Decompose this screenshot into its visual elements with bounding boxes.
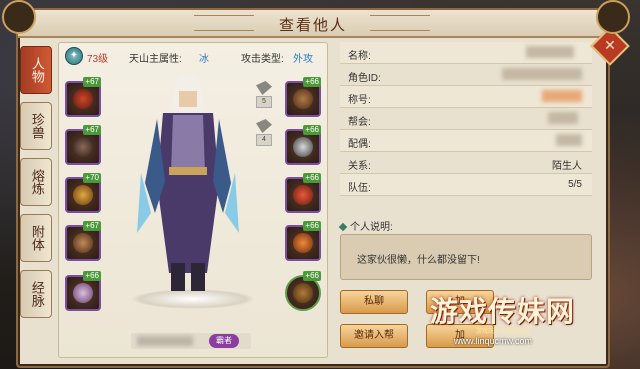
info-key-spouse: 配偶: bbox=[348, 139, 371, 150]
hidden-name bbox=[137, 336, 193, 346]
equip-slot-wrist[interactable]: +66 bbox=[285, 77, 321, 117]
description-label-text: 个人说明: bbox=[350, 222, 393, 233]
ring-1-level: +66 bbox=[303, 173, 321, 183]
window-title: 查看他人 bbox=[278, 16, 347, 34]
invite-guild-button[interactable]: 邀请入帮 bbox=[340, 324, 408, 348]
amulet-level: +66 bbox=[303, 271, 321, 281]
costume-slot-1[interactable]: 5 bbox=[255, 81, 273, 108]
hidden-value bbox=[542, 90, 582, 102]
hidden-value bbox=[556, 134, 582, 146]
tab-pet[interactable]: 珍兽 bbox=[20, 102, 52, 150]
wrist-level: +66 bbox=[303, 77, 321, 87]
rank-badge: 霸者 bbox=[209, 334, 239, 348]
info-key-name: 名称: bbox=[348, 51, 371, 62]
equip-slot-armor[interactable]: +67 bbox=[65, 125, 101, 165]
wrist-icon bbox=[293, 89, 313, 109]
info-key-relation: 关系: bbox=[348, 161, 371, 172]
info-row-relation: 关系: 陌生人 bbox=[340, 152, 592, 174]
diamond-icon bbox=[338, 222, 348, 232]
gloves-icon bbox=[73, 185, 93, 205]
equipment-panel: ✦ 73级 天山主属性: 冰 攻击类型: 外攻 +67 +67 +70 +67 … bbox=[58, 42, 328, 358]
amulet-icon bbox=[293, 283, 313, 303]
info-key-guild: 帮会: bbox=[348, 117, 371, 128]
costume-slot-2[interactable]: 4 bbox=[255, 119, 273, 146]
equip-slot-gloves[interactable]: +70 bbox=[65, 173, 101, 213]
necklace-level: +66 bbox=[303, 125, 321, 135]
equip-slot-ring-2[interactable]: +66 bbox=[285, 221, 321, 261]
level-text: 73级 bbox=[87, 54, 109, 65]
equip-slot-ring-1[interactable]: +66 bbox=[285, 173, 321, 213]
hidden-value bbox=[526, 46, 574, 58]
equip-slot-boots[interactable]: +67 bbox=[65, 221, 101, 261]
equip-slot-weapon[interactable]: +66 bbox=[65, 271, 101, 311]
private-chat-button[interactable]: 私聊 bbox=[340, 290, 408, 314]
equip-slot-necklace[interactable]: +66 bbox=[285, 125, 321, 165]
info-row-team: 队伍: 5/5 bbox=[340, 174, 592, 196]
info-row-role-id: 角色ID: bbox=[340, 64, 592, 86]
info-key-title: 称号: bbox=[348, 95, 371, 106]
attack-type-value: 外攻 bbox=[293, 54, 313, 65]
equip-slot-amulet[interactable]: +66 bbox=[285, 271, 321, 311]
ring-icon bbox=[293, 233, 313, 253]
info-row-name: 名称: bbox=[340, 42, 592, 64]
corner-ornament-left bbox=[2, 0, 36, 34]
info-row-title: 称号: bbox=[340, 86, 592, 108]
close-icon: ✕ bbox=[604, 37, 616, 53]
info-value-relation: 陌生人 bbox=[552, 161, 582, 172]
hammer-icon bbox=[256, 119, 272, 133]
ring-icon bbox=[293, 185, 313, 205]
watermark-tagline: 游戏玩家的游戏园地 bbox=[476, 329, 531, 335]
hidden-value bbox=[502, 68, 582, 80]
weapon-icon bbox=[73, 283, 93, 303]
tab-attach[interactable]: 附体 bbox=[20, 214, 52, 262]
ring-2-level: +66 bbox=[303, 221, 321, 231]
costume-count-2: 4 bbox=[256, 134, 272, 146]
description-label: 个人说明: bbox=[338, 218, 393, 233]
necklace-icon bbox=[293, 137, 313, 157]
armor-level: +67 bbox=[83, 125, 101, 135]
armor-icon bbox=[73, 137, 93, 157]
attack-type-label: 攻击类型: bbox=[241, 54, 284, 65]
tab-character[interactable]: 人物 bbox=[20, 46, 52, 94]
character-model[interactable] bbox=[133, 63, 243, 303]
info-value-team: 5/5 bbox=[568, 179, 582, 190]
school-icon: ✦ bbox=[65, 47, 83, 65]
boots-icon bbox=[73, 233, 93, 253]
watermark-logo: 游戏传妹网 bbox=[430, 295, 576, 328]
window-titlebar: 查看他人 bbox=[18, 10, 608, 38]
info-key-team: 队伍: bbox=[348, 183, 371, 194]
info-row-spouse: 配偶: bbox=[340, 130, 592, 152]
tab-meridian[interactable]: 经脉 bbox=[20, 270, 52, 318]
site-watermark: 游戏传妹网 游戏玩家的游戏园地 www.linqucmw.com bbox=[430, 262, 630, 362]
gloves-level: +70 bbox=[83, 173, 101, 183]
helmet-level: +67 bbox=[83, 77, 101, 87]
hidden-value bbox=[548, 112, 578, 124]
info-row-guild: 帮会: bbox=[340, 108, 592, 130]
info-key-role-id: 角色ID: bbox=[348, 73, 381, 84]
title-ornament-right bbox=[370, 15, 430, 31]
watermark-url: www.linqucmw.com bbox=[454, 336, 533, 346]
costume-count-1: 5 bbox=[256, 96, 272, 108]
tab-smelt[interactable]: 熔炼 bbox=[20, 158, 52, 206]
equip-slot-helmet[interactable]: +67 bbox=[65, 77, 101, 117]
corner-ornament-right bbox=[596, 0, 630, 34]
hammer-icon bbox=[256, 81, 272, 95]
helmet-icon bbox=[73, 89, 93, 109]
boots-level: +67 bbox=[83, 221, 101, 231]
weapon-level: +66 bbox=[83, 271, 101, 281]
info-table: 名称: 角色ID: 称号: 帮会: 配偶: 关系: 陌生人 队伍: 5/5 bbox=[340, 42, 592, 196]
